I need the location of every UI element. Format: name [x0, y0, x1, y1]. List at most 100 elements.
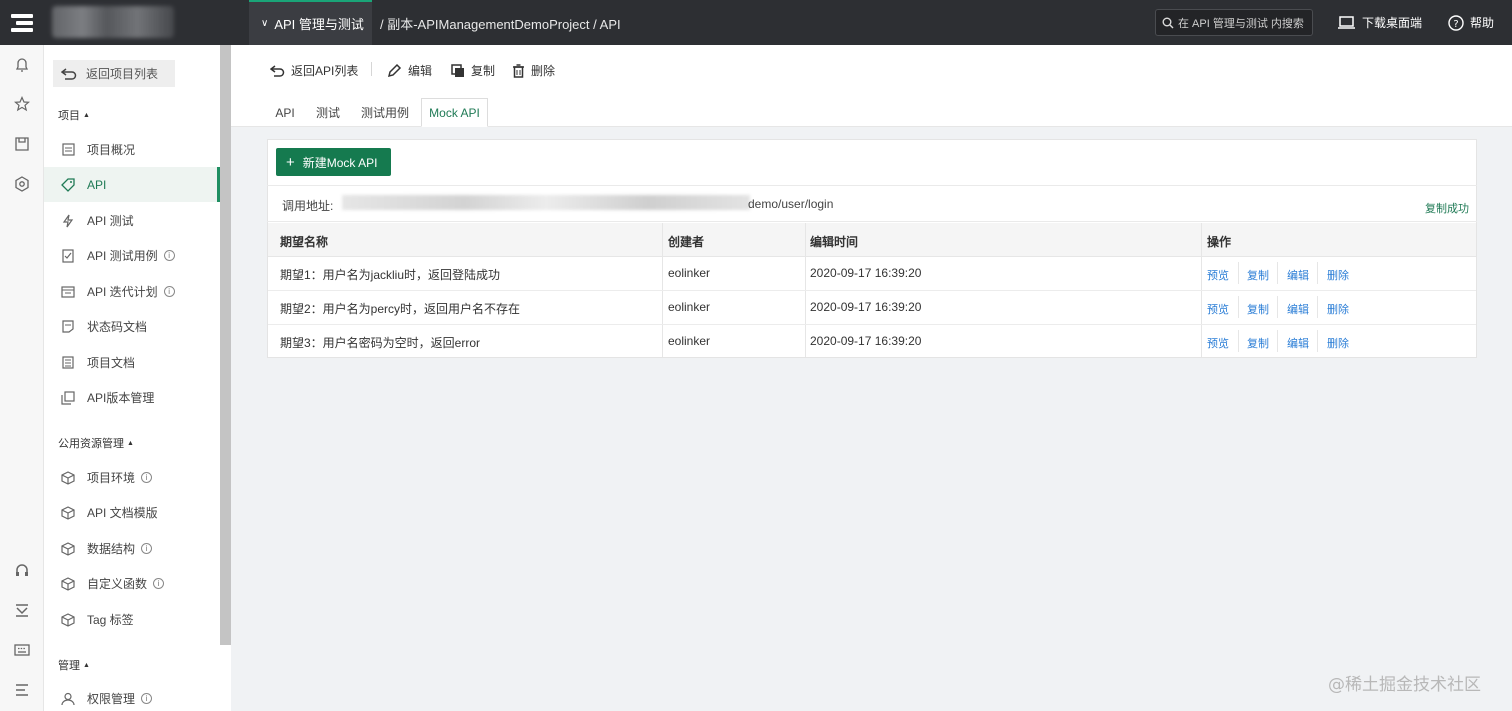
return-icon: [270, 64, 285, 77]
app-logo-icon[interactable]: [0, 0, 44, 45]
divider: [1238, 330, 1239, 352]
back-to-api-list-label: 返回API列表: [291, 64, 359, 78]
sidebar-item-data-structures[interactable]: 数据结构 i: [44, 531, 220, 566]
call-address-blurred: [342, 195, 750, 210]
info-icon[interactable]: i: [153, 578, 165, 589]
expectation-name: 期望2：用户名为percy时，返回用户名不存在: [280, 302, 521, 316]
sidebar-item-api[interactable]: API: [44, 167, 220, 202]
tab-test[interactable]: 测试: [310, 98, 346, 127]
sidebar-item-label: API 文档模版: [87, 506, 158, 520]
tab-api[interactable]: API: [268, 98, 302, 127]
section-project-toggle[interactable]: 项目 ▲: [58, 107, 90, 123]
headset-icon[interactable]: [12, 560, 32, 580]
sidebar-item-label: API版本管理: [87, 391, 155, 405]
info-icon[interactable]: i: [163, 286, 175, 297]
delete-api-label: 删除: [531, 64, 556, 78]
info-icon[interactable]: i: [163, 250, 175, 261]
sidebar-item-doc-templates[interactable]: API 文档模版: [44, 495, 220, 530]
delete-link[interactable]: 删除: [1327, 267, 1349, 283]
info-icon[interactable]: i: [141, 693, 153, 704]
creator: eolinker: [668, 300, 711, 314]
versions-icon: [61, 390, 75, 405]
delete-link[interactable]: 删除: [1327, 301, 1349, 317]
back-to-projects-button[interactable]: 返回项目列表: [53, 60, 175, 87]
sidebar-item-label: Tag 标签: [87, 613, 134, 627]
cube-icon: [61, 541, 75, 556]
search-placeholder: 在 API 管理与测试 内搜索: [1178, 17, 1304, 30]
copy-link[interactable]: 复制: [1247, 301, 1269, 317]
sidebar-item-api-iteration[interactable]: API 迭代计划 i: [44, 274, 220, 309]
cube-icon: [61, 612, 75, 627]
edit-link[interactable]: 编辑: [1287, 301, 1309, 317]
edit-link[interactable]: 编辑: [1287, 267, 1309, 283]
edit-api-button[interactable]: 编辑: [387, 62, 432, 79]
product-menu-label: API 管理与测试: [274, 17, 364, 32]
section-public-label: 公用资源管理: [58, 438, 124, 450]
copy-api-button[interactable]: 复制: [451, 62, 495, 79]
user-icon: [61, 692, 75, 706]
sidebar-item-label: API: [87, 177, 107, 192]
shop-icon[interactable]: [12, 134, 32, 154]
copy-success-text: 复制成功: [1425, 203, 1469, 215]
sidebar-item-environments[interactable]: 项目环境 i: [44, 460, 220, 495]
delete-api-button[interactable]: 删除: [512, 62, 555, 79]
copy-link[interactable]: 复制: [1247, 267, 1269, 283]
product-menu[interactable]: ∨ API 管理与测试: [249, 0, 372, 45]
delete-link[interactable]: 删除: [1327, 335, 1349, 351]
divider: [1317, 262, 1318, 284]
sidebar-item-custom-functions[interactable]: 自定义函数 i: [44, 566, 220, 601]
edit-time: 2020-09-17 16:39:20: [810, 266, 922, 280]
chevron-down-icon: ∨: [261, 18, 269, 29]
info-icon[interactable]: i: [141, 543, 153, 554]
return-icon: [61, 67, 77, 80]
preview-link[interactable]: 预览: [1207, 335, 1229, 351]
document-icon: [61, 356, 75, 370]
sidebar-item-tags[interactable]: Tag 标签: [44, 602, 220, 637]
new-mock-api-button[interactable]: + 新建Mock API: [276, 148, 391, 176]
preview-link[interactable]: 预览: [1207, 301, 1229, 317]
menu-lines-icon[interactable]: [12, 680, 32, 700]
section-public-toggle[interactable]: 公用资源管理 ▲: [58, 435, 134, 451]
global-search-input[interactable]: 在 API 管理与测试 内搜索: [1155, 9, 1313, 36]
calendar-icon: [61, 285, 75, 299]
creator: eolinker: [668, 334, 711, 348]
workspace-name-blurred[interactable]: [52, 6, 174, 38]
col-creator: 创建者: [668, 235, 705, 249]
settings-icon[interactable]: [12, 174, 32, 194]
edit-link[interactable]: 编辑: [1287, 335, 1309, 351]
call-address-path[interactable]: demo/user/login: [748, 197, 833, 211]
laptop-icon: [1338, 16, 1355, 29]
keyboard-icon[interactable]: [12, 640, 32, 660]
info-icon[interactable]: i: [141, 472, 153, 483]
tab-test-cases[interactable]: 测试用例: [354, 98, 416, 127]
back-to-api-list-button[interactable]: 返回API列表: [270, 62, 358, 79]
edit-api-label: 编辑: [408, 64, 433, 78]
divider: [371, 62, 372, 76]
copy-link[interactable]: 复制: [1247, 335, 1269, 351]
api-tag-icon: [61, 177, 75, 192]
sidebar-item-permissions[interactable]: 权限管理 i: [44, 681, 220, 711]
help-button[interactable]: ? 帮助: [1448, 14, 1494, 31]
star-icon[interactable]: [12, 94, 32, 114]
sidebar-item-api-versions[interactable]: API版本管理: [44, 380, 220, 415]
collapse-down-icon[interactable]: [12, 600, 32, 620]
cube-icon: [61, 470, 75, 485]
table-header: [268, 223, 1476, 257]
sidebar-item-overview[interactable]: 项目概况: [44, 132, 220, 167]
sidebar-item-api-test[interactable]: API 测试: [44, 203, 220, 238]
sidebar-scrollbar[interactable]: [220, 45, 231, 645]
sidebar-item-status-codes[interactable]: 状态码文档: [44, 309, 220, 344]
sidebar-item-label: 状态码文档: [87, 320, 148, 334]
sidebar-item-project-docs[interactable]: 项目文档: [44, 345, 220, 380]
tab-mock-api[interactable]: Mock API: [421, 98, 488, 127]
download-desktop-button[interactable]: 下载桌面端: [1338, 14, 1422, 31]
sidebar-item-api-test-cases[interactable]: API 测试用例 i: [44, 238, 220, 273]
sidebar-item-label: API 测试用例: [87, 249, 158, 263]
section-manage-toggle[interactable]: 管理 ▲: [58, 657, 90, 673]
new-mock-api-label: 新建Mock API: [302, 155, 378, 170]
divider: [1277, 296, 1278, 318]
preview-link[interactable]: 预览: [1207, 267, 1229, 283]
call-address-label: 调用地址:: [282, 199, 334, 213]
breadcrumb: / 副本-APIManagementDemoProject / API: [380, 17, 621, 32]
bell-icon[interactable]: [12, 55, 32, 75]
